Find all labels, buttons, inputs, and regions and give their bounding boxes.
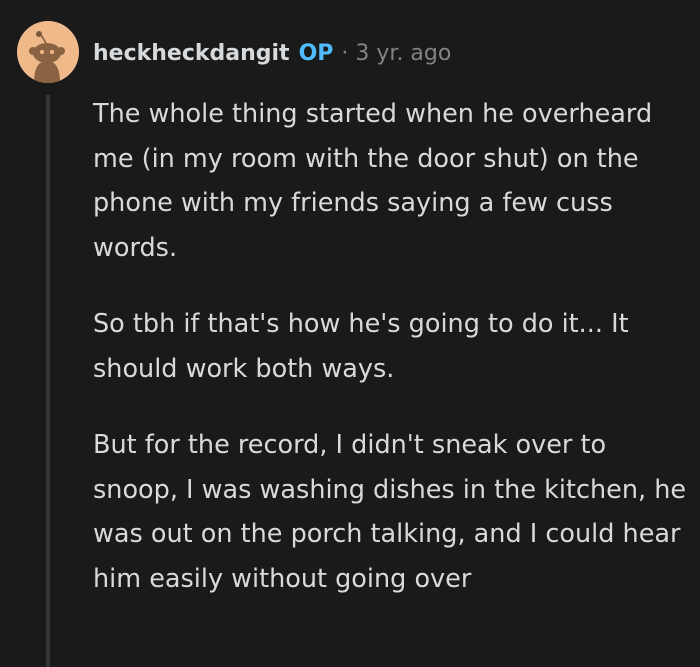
comment-paragraph: The whole thing started when he overhear…: [93, 99, 653, 263]
thread-collapse-line[interactable]: [46, 95, 50, 667]
snoo-avatar-icon: [17, 21, 79, 83]
comment-timestamp[interactable]: 3 yr. ago: [355, 38, 451, 70]
meta-separator: ·: [341, 41, 349, 66]
comment: heckheckdangit OP · 3 yr. ago The whole …: [0, 0, 700, 667]
comment-body: The whole thing started when he overhear…: [93, 92, 688, 633]
comment-paragraph: But for the record, I didn't sneak over …: [93, 430, 687, 594]
comment-paragraph: So tbh if that's how he's going to do it…: [93, 309, 629, 384]
username-link[interactable]: heckheckdangit: [93, 38, 290, 70]
comment-header: heckheckdangit OP · 3 yr. ago: [93, 38, 451, 70]
op-badge: OP: [298, 41, 334, 66]
user-avatar[interactable]: [17, 21, 79, 83]
